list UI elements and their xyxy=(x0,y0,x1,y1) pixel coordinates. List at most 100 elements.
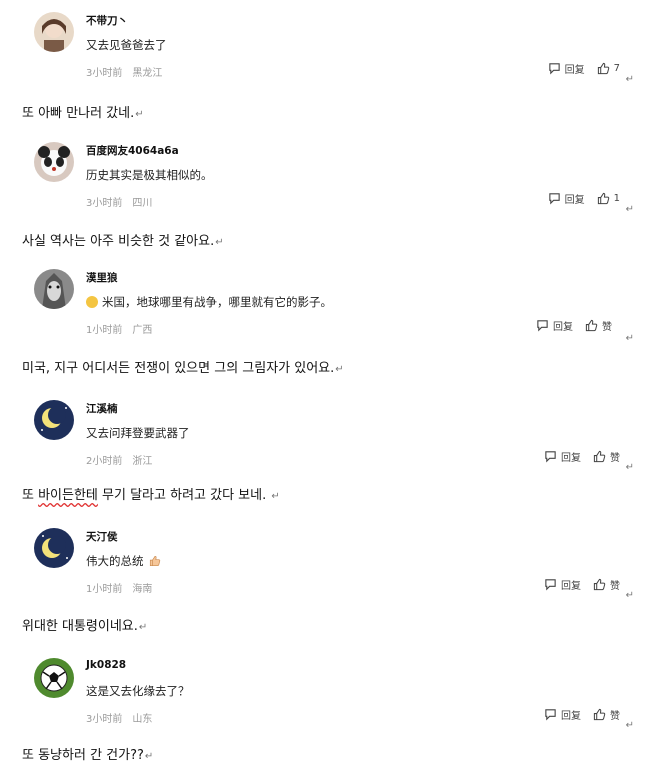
like-button[interactable]: 7 xyxy=(597,62,620,75)
thumbs-up-emoji-icon xyxy=(149,555,160,567)
comment-card: 江溪楠 又去问拜登要武器了 2小时前 浙江 回复 赞 ↵ xyxy=(28,388,640,478)
comment-bubble-icon xyxy=(545,708,556,720)
paragraph-mark: ↵ xyxy=(271,491,280,502)
reply-button[interactable]: 回复 xyxy=(548,61,585,76)
korean-translation: 또 동냥하러 간 건가??↵ xyxy=(22,744,153,763)
comment-card: 天汀侯 伟大的总统 1小时前 海南 回复 赞 ↵ xyxy=(28,516,640,606)
reply-label: 回复 xyxy=(564,194,585,206)
translation-text: 사실 역사는 아주 비슷한 것 같아요. xyxy=(22,234,215,249)
reply-button[interactable]: 回复 xyxy=(544,707,581,722)
username[interactable]: Jk0828 xyxy=(86,659,126,671)
like-label: 赞 xyxy=(602,321,612,333)
translation-text: 미국, 지구 어디서든 전쟁이 있으면 그의 그림자가 있어요. xyxy=(22,361,335,376)
comment-actions: 回复 赞 xyxy=(532,706,620,722)
reply-button[interactable]: 回复 xyxy=(548,191,585,206)
paragraph-mark: ↵ xyxy=(335,364,344,375)
comment-actions: 回复 7 xyxy=(536,60,620,76)
user-avatar[interactable] xyxy=(34,400,74,440)
comment-bubble-icon xyxy=(545,450,556,462)
like-button[interactable]: 赞 xyxy=(593,707,620,722)
comment-text: 又去见爸爸去了 xyxy=(86,38,167,52)
comment-location: 浙江 xyxy=(132,456,153,467)
korean-translation: 또 아빠 만나러 갔네.↵ xyxy=(22,102,144,121)
comment-bubble-icon xyxy=(548,192,560,204)
thumbs-up-icon xyxy=(593,450,606,462)
comment-text: 又去问拜登要武器了 xyxy=(86,426,190,440)
like-button[interactable]: 赞 xyxy=(585,318,612,333)
paragraph-mark: ↵ xyxy=(144,751,154,762)
reply-button[interactable]: 回复 xyxy=(544,577,581,592)
paragraph-mark: ↵ xyxy=(135,109,144,120)
paragraph-mark: ↵ xyxy=(625,590,634,601)
comment-actions: 回复 1 xyxy=(536,190,620,206)
translation-text: 무기 달라고 하려고 갔다 보네. xyxy=(97,488,271,503)
comment-time: 1小时前 xyxy=(86,325,123,336)
reply-label: 回复 xyxy=(553,321,573,333)
username[interactable]: 百度网友4064a6a xyxy=(86,143,179,158)
username[interactable]: 天汀侯 xyxy=(86,529,118,544)
username[interactable]: 江溪楠 xyxy=(86,401,118,416)
user-avatar[interactable] xyxy=(34,142,74,182)
comment-card: 不带刀丶 又去见爸爸去了 3小时前 黑龙江 回复 7 ↵ xyxy=(28,0,640,90)
translation-text: 또 아빠 만나러 갔네. xyxy=(22,106,135,121)
paragraph-mark: ↵ xyxy=(215,237,224,248)
comment-text: 米国，地球哪里有战争，哪里就有它的影子。 xyxy=(86,294,332,310)
username[interactable]: 不带刀丶 xyxy=(86,13,128,28)
korean-translation: 또 바이든한테 무기 달라고 하려고 갔다 보네. ↵ xyxy=(22,484,280,503)
comment-bubble-icon xyxy=(537,319,548,331)
comment-bubble-icon xyxy=(548,62,560,74)
reply-label: 回复 xyxy=(561,710,581,722)
paragraph-mark: ↵ xyxy=(625,333,634,344)
comment-meta: 3小时前 黑龙江 xyxy=(86,64,162,79)
comment-meta: 2小时前 浙江 xyxy=(86,452,152,467)
reply-label: 回复 xyxy=(564,64,585,76)
comment-location: 黑龙江 xyxy=(132,68,163,79)
comment-meta: 3小时前 四川 xyxy=(86,194,152,209)
like-button[interactable]: 赞 xyxy=(593,577,620,592)
spellcheck-flagged-word[interactable]: 바이든한테 xyxy=(38,488,98,503)
reply-button[interactable]: 回复 xyxy=(544,449,581,464)
comment-text: 历史其实是极其相似的。 xyxy=(86,168,213,182)
comment-bubble-icon xyxy=(545,578,556,590)
thumbs-up-icon xyxy=(593,578,606,590)
username[interactable]: 漠里狼 xyxy=(86,270,118,285)
comment-card: 百度网友4064a6a 历史其实是极其相似的。 3小时前 四川 回复 1 ↵ xyxy=(28,130,640,220)
comment-meta: 1小时前 广西 xyxy=(86,321,152,336)
paragraph-mark: ↵ xyxy=(138,622,148,633)
reply-label: 回复 xyxy=(561,580,581,592)
like-button[interactable]: 1 xyxy=(597,192,620,205)
thumbs-up-icon xyxy=(585,319,598,331)
comment-actions: 回复 赞 xyxy=(532,576,620,592)
smile-emoji-icon xyxy=(86,296,98,308)
paragraph-mark: ↵ xyxy=(625,74,634,85)
korean-translation: 위대한 대통령이네요.↵ xyxy=(22,615,147,634)
user-avatar[interactable] xyxy=(34,528,74,568)
translation-text: 또 xyxy=(22,488,39,503)
comment-time: 3小时前 xyxy=(86,198,123,209)
comment-time: 3小时前 xyxy=(86,714,123,725)
like-count: 7 xyxy=(613,62,620,74)
comment-text: 伟大的总统 xyxy=(86,553,161,569)
paragraph-mark: ↵ xyxy=(625,720,634,731)
user-avatar[interactable] xyxy=(34,658,74,698)
user-avatar[interactable] xyxy=(34,12,74,52)
korean-translation: 미국, 지구 어디서든 전쟁이 있으면 그의 그림자가 있어요.↵ xyxy=(22,357,344,376)
thumbs-up-icon xyxy=(593,708,606,720)
like-button[interactable]: 赞 xyxy=(593,449,620,464)
comment-time: 2小时前 xyxy=(86,456,123,467)
comment-card: 漠里狼 米国，地球哪里有战争，哪里就有它的影子。 1小时前 广西 回复 赞 ↵ xyxy=(28,257,640,347)
user-avatar[interactable] xyxy=(34,269,74,309)
like-label: 赞 xyxy=(610,580,620,592)
comment-location: 四川 xyxy=(132,198,153,209)
like-count: 1 xyxy=(613,192,620,204)
comment-time: 3小时前 xyxy=(86,68,123,79)
translation-text: 또 동냥하러 간 건가?? xyxy=(22,748,144,763)
like-label: 赞 xyxy=(610,710,620,722)
comment-location: 广西 xyxy=(132,325,153,336)
reply-button[interactable]: 回复 xyxy=(536,318,573,333)
like-label: 赞 xyxy=(610,452,620,464)
comment-actions: 回复 赞 xyxy=(524,317,612,333)
comment-text-body: 米国，地球哪里有战争，哪里就有它的影子。 xyxy=(102,295,332,309)
comment-time: 1小时前 xyxy=(86,584,123,595)
comment-location: 山东 xyxy=(132,714,153,725)
